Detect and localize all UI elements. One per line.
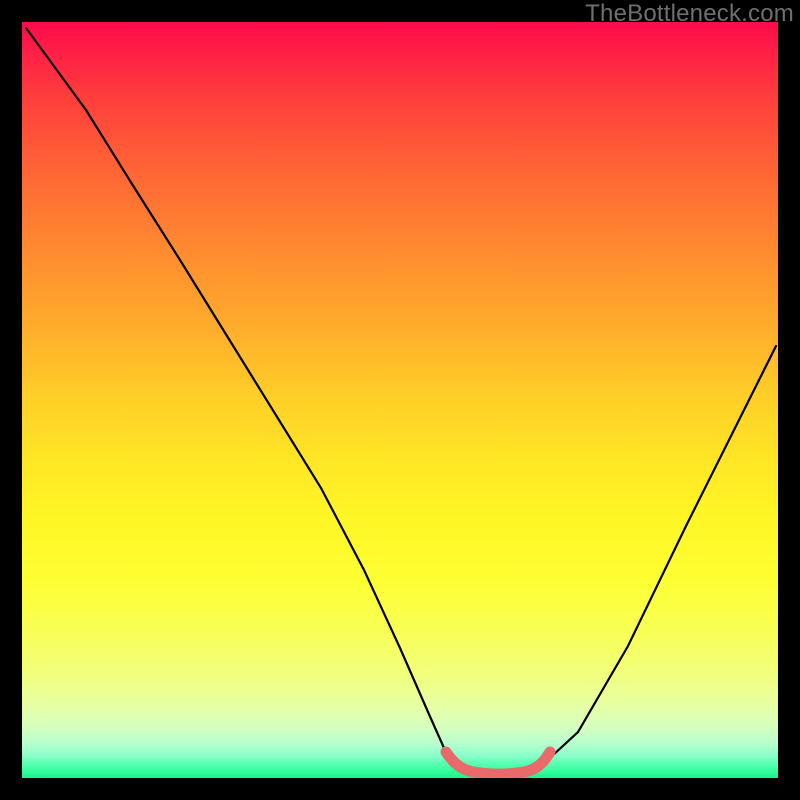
chart-svg xyxy=(22,22,778,778)
chart-frame: TheBottleneck.com xyxy=(0,0,800,800)
chart-plot-area xyxy=(22,22,778,778)
optimal-band xyxy=(446,752,550,774)
bottleneck-curve xyxy=(26,28,776,772)
watermark-text: TheBottleneck.com xyxy=(585,0,794,28)
